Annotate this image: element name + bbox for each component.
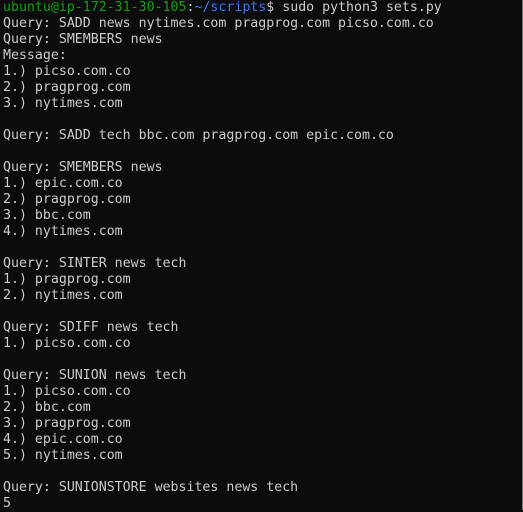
output-line: 1.) pragprog.com <box>3 272 131 287</box>
output-line: 1.) epic.com.co <box>3 176 123 191</box>
prompt-line: ubuntu@ip-172-31-30-105:~/scripts$ sudo … <box>3 0 522 16</box>
output-line: Query: SADD news nytimes.com pragprog.co… <box>3 16 434 31</box>
output-line: Query: SMEMBERS news <box>3 32 163 47</box>
output-line: 1.) picso.com.co <box>3 384 131 399</box>
prompt-dollar: $ <box>266 0 283 15</box>
output-line: 2.) bbc.com <box>3 400 91 415</box>
output-line: Message: <box>3 48 67 63</box>
output-line: 3.) pragprog.com <box>3 416 131 431</box>
prompt-user-host: ubuntu@ip-172-31-30-105 <box>3 0 187 15</box>
output-line: 1.) picso.com.co <box>3 64 131 79</box>
output-line: 3.) bbc.com <box>3 208 91 223</box>
output-line: Query: SUNIONSTORE websites news tech <box>3 480 299 495</box>
command-text: sudo python3 sets.py <box>282 0 442 15</box>
output-line: Query: SUNION news tech <box>3 368 187 383</box>
output-line: 5.) nytimes.com <box>3 448 123 463</box>
output-line: Query: SADD tech bbc.com pragprog.com ep… <box>3 128 394 143</box>
output-line: 3.) nytimes.com <box>3 96 123 111</box>
output-line: 2.) nytimes.com <box>3 288 123 303</box>
output-line: 2.) pragprog.com <box>3 192 131 207</box>
output-line: 4.) epic.com.co <box>3 432 123 447</box>
terminal-window[interactable]: ubuntu@ip-172-31-30-105:~/scripts$ sudo … <box>0 0 523 511</box>
output-line: 4.) nytimes.com <box>3 224 123 239</box>
output-line: 1.) picso.com.co <box>3 336 131 351</box>
prompt-path: ~/scripts <box>194 0 267 15</box>
output-line: Query: SMEMBERS news <box>3 160 163 175</box>
output-line: Query: SDIFF news tech <box>3 320 179 335</box>
output-line: Query: SINTER news tech <box>3 256 187 271</box>
output-line: 2.) pragprog.com <box>3 80 131 95</box>
